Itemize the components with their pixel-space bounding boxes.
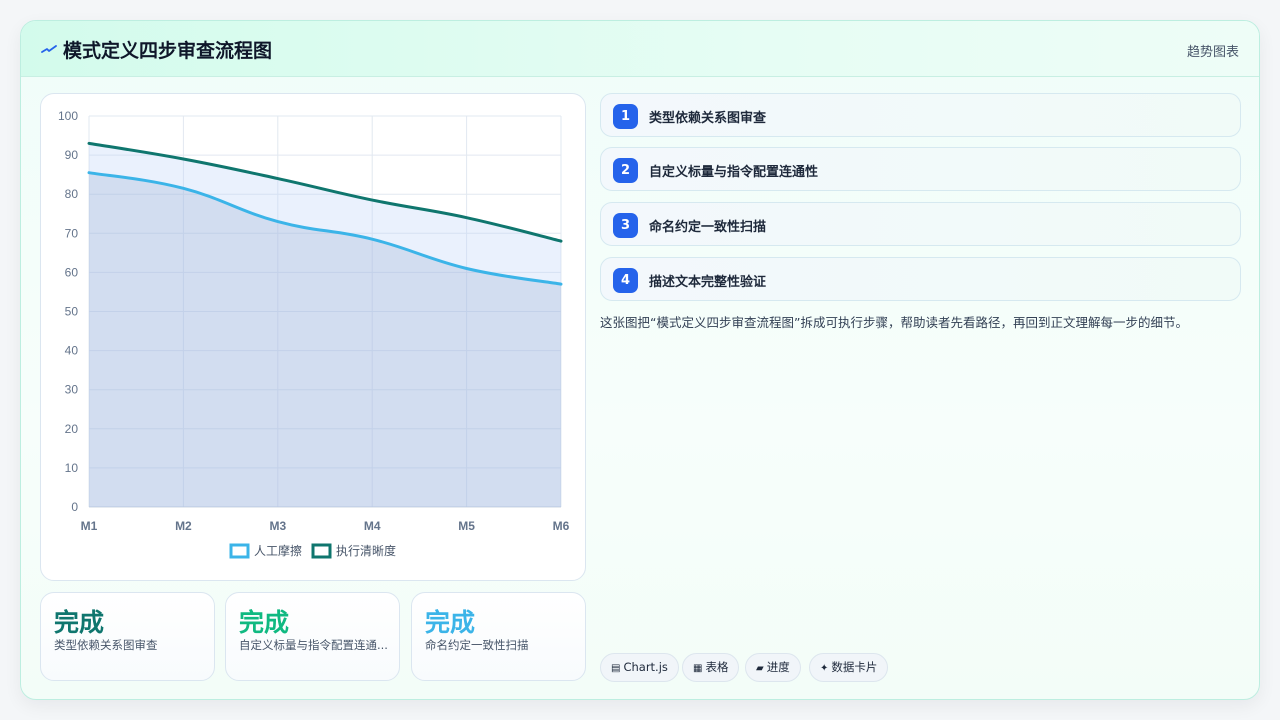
step-label: 类型依赖关系图审查 — [649, 111, 767, 126]
legend-label: 人工摩擦 — [254, 543, 302, 558]
step-label: 命名约定一致性扫描 — [649, 220, 767, 235]
chart-panel: 0 10 20 30 40 50 60 70 80 90 100 M1 M2 M3 M4 M5 M6 人工摩擦 执行… — [40, 93, 586, 581]
chip-progress[interactable]: ▰ 进度 — [745, 653, 801, 682]
step-item: 2 自定义标量与指令配置连通性 — [600, 147, 1241, 191]
y-tick-label: 10 — [65, 461, 79, 475]
step-label: 描述文本完整性验证 — [649, 275, 767, 290]
y-tick-label: 30 — [65, 383, 79, 397]
table-icon: ▦ — [693, 663, 703, 674]
chip-label: 数据卡片 — [831, 660, 878, 674]
step-number-badge: 1 — [613, 104, 638, 129]
x-tick-label: M5 — [458, 519, 475, 533]
card-header: 模式定义四步审查流程图 趋势图表 — [21, 21, 1259, 77]
sparkle-icon: ✦ — [820, 663, 829, 674]
y-tick-label: 0 — [71, 500, 78, 514]
legend-swatch — [311, 543, 332, 559]
legend-swatch — [229, 543, 250, 559]
kpi-label: 自定义标量与指令配置连通... — [239, 638, 388, 652]
chip-chartjs[interactable]: ▤ Chart.js — [600, 653, 679, 682]
y-tick-label: 70 — [65, 226, 79, 240]
chart-type-tag: 趋势图表 — [1186, 45, 1239, 60]
kpi-card: 完成 类型依赖关系图审查 — [40, 592, 215, 681]
chip-label: Chart.js — [623, 660, 668, 674]
progress-icon: ▰ — [756, 663, 764, 674]
step-number-badge: 2 — [613, 158, 638, 183]
trend-spark-icon — [41, 45, 57, 53]
kpi-label: 类型依赖关系图审查 — [54, 638, 158, 652]
step-number-badge: 3 — [613, 213, 638, 238]
kpi-value: 完成 — [239, 608, 290, 637]
step-number-badge: 4 — [613, 268, 638, 293]
step-item: 1 类型依赖关系图审查 — [600, 93, 1241, 137]
step-label: 自定义标量与指令配置连通性 — [649, 165, 819, 180]
chip-data-card[interactable]: ✦ 数据卡片 — [809, 653, 889, 682]
kpi-card: 完成 自定义标量与指令配置连通... — [225, 592, 400, 681]
kpi-value: 完成 — [425, 608, 476, 637]
x-tick-label: M6 — [553, 519, 570, 533]
y-tick-label: 40 — [65, 344, 79, 358]
chip-table[interactable]: ▦ 表格 — [682, 653, 740, 682]
x-tick-label: M4 — [364, 519, 381, 533]
description-text: 这张图把“模式定义四步审查流程图”拆成可执行步骤，帮助读者先看路径，再回到正文理… — [600, 315, 1188, 330]
area-chart: 0 10 20 30 40 50 60 70 80 90 100 M1 M2 M3 M4 M5 M6 人工摩擦 执行… — [58, 109, 570, 559]
y-tick-label: 20 — [65, 422, 79, 436]
kpi-value: 完成 — [54, 608, 105, 637]
y-tick-label: 80 — [65, 187, 79, 201]
x-tick-label: M1 — [81, 519, 98, 533]
x-tick-label: M2 — [175, 519, 192, 533]
y-tick-label: 90 — [65, 148, 79, 162]
x-tick-label: M3 — [269, 519, 286, 533]
kpi-label: 命名约定一致性扫描 — [425, 638, 529, 652]
page-title: 模式定义四步审查流程图 — [63, 40, 273, 62]
chip-label: 进度 — [766, 660, 790, 674]
step-item: 4 描述文本完整性验证 — [600, 257, 1241, 301]
y-tick-label: 100 — [58, 109, 78, 123]
kpi-card: 完成 命名约定一致性扫描 — [411, 592, 586, 681]
report-card: 模式定义四步审查流程图 趋势图表 0 10 20 30 40 50 60 70 80 90 100 M… — [20, 20, 1260, 700]
chart-icon: ▤ — [611, 663, 621, 674]
legend-label: 执行清晰度 — [336, 543, 396, 558]
y-tick-label: 60 — [65, 265, 79, 279]
step-item: 3 命名约定一致性扫描 — [600, 202, 1241, 246]
chip-label: 表格 — [705, 660, 729, 674]
y-tick-label: 50 — [65, 305, 79, 319]
